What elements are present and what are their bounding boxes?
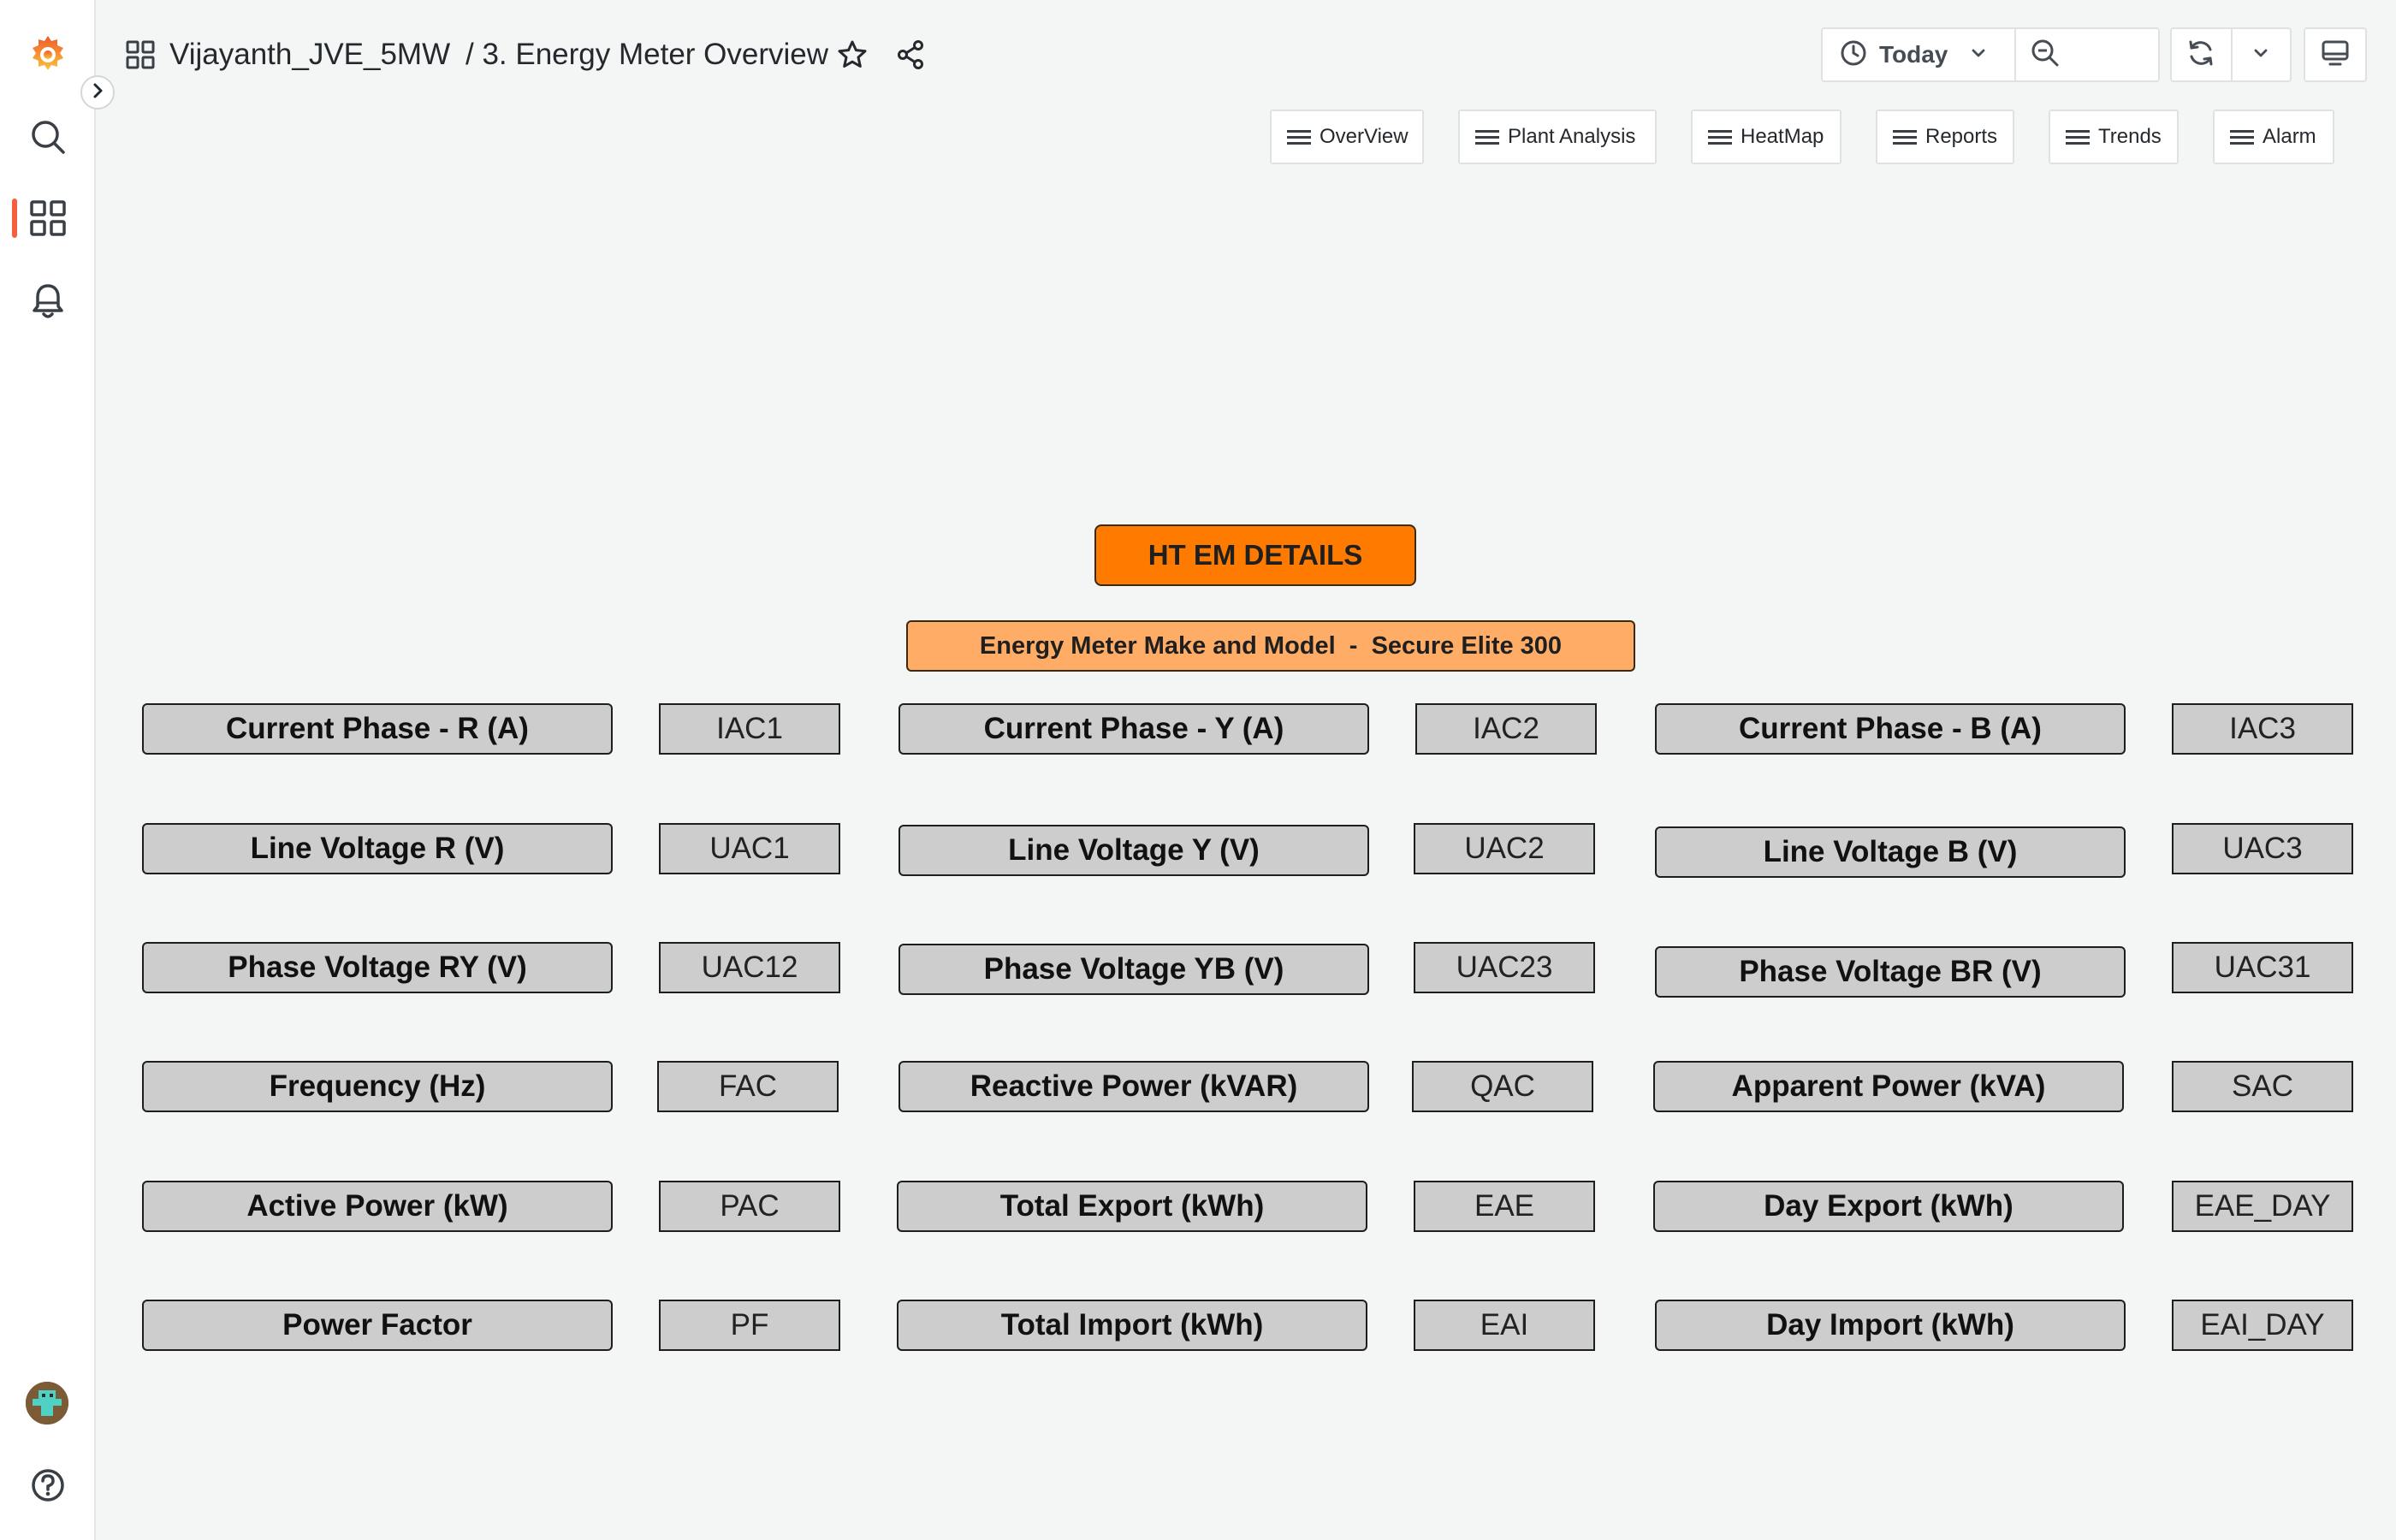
sidebar xyxy=(0,0,96,1540)
nav-link-trends[interactable]: Trends xyxy=(2049,110,2179,164)
param-value: UAC31 xyxy=(2172,942,2353,993)
nav-link-label: OverView xyxy=(1320,125,1409,148)
param-value: PAC xyxy=(659,1181,840,1232)
menu-icon xyxy=(2066,128,2090,145)
time-range-picker[interactable]: Today xyxy=(1823,29,2016,80)
param-value: QAC xyxy=(1412,1061,1593,1112)
nav-link-overview[interactable]: OverView xyxy=(1270,110,1424,164)
param-label: Day Import (kWh) xyxy=(1655,1300,2126,1351)
param-label: Active Power (kW) xyxy=(142,1181,613,1232)
param-label: Frequency (Hz) xyxy=(142,1061,613,1112)
param-label: Day Export (kWh) xyxy=(1653,1181,2124,1232)
param-value: UAC23 xyxy=(1414,942,1595,993)
breadcrumb-folder[interactable]: Vijayanth_JVE_5MW xyxy=(169,36,450,74)
nav-link-plant-analysis[interactable]: Plant Analysis xyxy=(1458,110,1657,164)
dashboards-icon[interactable] xyxy=(19,189,77,247)
param-label: Line Voltage B (V) xyxy=(1655,826,2126,878)
grafana-logo-icon[interactable] xyxy=(19,24,77,82)
menu-icon xyxy=(1287,128,1311,145)
refresh-group xyxy=(2170,27,2292,82)
nav-link-label: Trends xyxy=(2098,125,2162,148)
param-label: Current Phase - R (A) xyxy=(142,703,613,755)
tv-mode-icon xyxy=(2320,38,2351,73)
menu-icon xyxy=(1893,128,1917,145)
nav-link-reports[interactable]: Reports xyxy=(1876,110,2014,164)
nav-link-label: Reports xyxy=(1925,125,1998,148)
param-label: Apparent Power (kVA) xyxy=(1653,1061,2124,1112)
param-value: UAC2 xyxy=(1414,823,1595,874)
param-value: UAC12 xyxy=(659,942,840,993)
nav-link-heatmap[interactable]: HeatMap xyxy=(1691,110,1841,164)
param-value: IAC1 xyxy=(659,703,840,755)
param-value: PF xyxy=(659,1300,840,1351)
refresh-button[interactable] xyxy=(2172,29,2233,80)
expand-sidebar-button[interactable] xyxy=(80,75,115,110)
top-bar: Vijayanth_JVE_5MW / 3. Energy Meter Over… xyxy=(96,0,2396,111)
param-label: Phase Voltage RY (V) xyxy=(142,942,613,993)
param-value: SAC xyxy=(2172,1061,2353,1112)
star-icon[interactable] xyxy=(835,38,869,72)
panel-title: HT EM DETAILS xyxy=(1094,524,1416,586)
param-value: EAE xyxy=(1414,1181,1595,1232)
zoom-out-button[interactable] xyxy=(2016,29,2074,80)
param-label: Total Import (kWh) xyxy=(897,1300,1367,1351)
nav-link-label: Alarm xyxy=(2263,125,2316,148)
param-value: FAC xyxy=(657,1061,839,1112)
refresh-icon xyxy=(2185,38,2216,73)
param-value: IAC3 xyxy=(2172,703,2353,755)
user-avatar[interactable] xyxy=(26,1382,68,1424)
chevron-right-icon xyxy=(89,82,106,104)
param-label: Phase Voltage YB (V) xyxy=(898,944,1369,995)
dashboard-grid-icon xyxy=(125,39,156,70)
share-icon[interactable] xyxy=(893,38,928,72)
param-label: Power Factor xyxy=(142,1300,613,1351)
param-value: IAC2 xyxy=(1415,703,1597,755)
zoom-out-icon xyxy=(2030,38,2061,73)
menu-icon xyxy=(1475,128,1499,145)
param-label: Current Phase - Y (A) xyxy=(898,703,1369,755)
param-label: Phase Voltage BR (V) xyxy=(1655,946,2126,998)
param-label: Line Voltage R (V) xyxy=(142,823,613,874)
param-value: EAI_DAY xyxy=(2172,1300,2353,1351)
chevron-down-icon xyxy=(1970,44,1987,66)
help-icon[interactable] xyxy=(19,1456,77,1514)
time-range-group: Today xyxy=(1821,27,2160,82)
time-range-label: Today xyxy=(1879,41,1948,68)
param-value: UAC1 xyxy=(659,823,840,874)
nav-link-label: Plant Analysis xyxy=(1508,125,1636,148)
meter-model-banner: Energy Meter Make and Model - Secure Eli… xyxy=(906,620,1635,672)
clock-icon xyxy=(1840,39,1867,71)
menu-icon xyxy=(1708,128,1732,145)
param-value: EAI xyxy=(1414,1300,1595,1351)
menu-icon xyxy=(2230,128,2254,145)
bell-icon[interactable] xyxy=(19,272,77,330)
tv-mode-button[interactable] xyxy=(2304,27,2367,82)
param-label: Line Voltage Y (V) xyxy=(898,825,1369,876)
chevron-down-icon xyxy=(2252,44,2269,66)
param-label: Reactive Power (kVAR) xyxy=(898,1061,1369,1112)
param-label: Total Export (kWh) xyxy=(897,1181,1367,1232)
search-icon[interactable] xyxy=(19,108,77,166)
page-title: / 3. Energy Meter Overview xyxy=(466,38,829,71)
param-value: UAC3 xyxy=(2172,823,2353,874)
active-indicator xyxy=(12,198,17,238)
param-value: EAE_DAY xyxy=(2172,1181,2353,1232)
refresh-interval-dropdown[interactable] xyxy=(2233,29,2290,80)
param-label: Current Phase - B (A) xyxy=(1655,703,2126,755)
nav-link-label: HeatMap xyxy=(1741,125,1824,148)
nav-link-alarm[interactable]: Alarm xyxy=(2213,110,2334,164)
